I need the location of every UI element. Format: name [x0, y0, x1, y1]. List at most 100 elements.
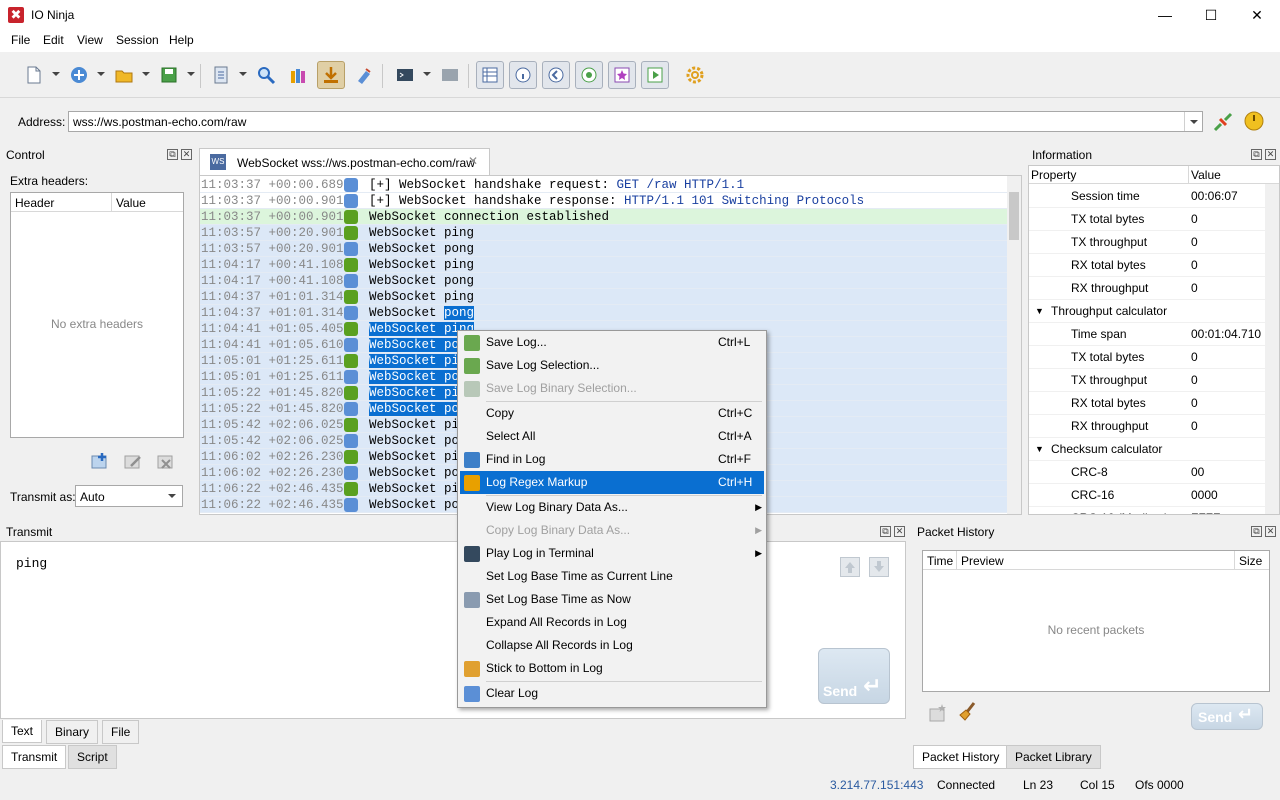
tab-packet-history[interactable]: Packet History: [913, 745, 1009, 769]
menu-item-find-in-log[interactable]: Find in Log Ctrl+F: [460, 448, 764, 471]
log-row[interactable]: 11:03:37 +00:00.901 [+] WebSocket handsha…: [200, 193, 1008, 209]
info-row[interactable]: CRC-16 0000: [1029, 484, 1265, 507]
clear-log-button[interactable]: [350, 61, 378, 89]
close-icon[interactable]: ✕: [894, 526, 905, 537]
menu-item-expand-all-records-in-log[interactable]: Expand All Records in Log: [460, 611, 764, 634]
menu-item-view-log-binary-data-as[interactable]: View Log Binary Data As... ▶: [460, 496, 764, 519]
close-window-button[interactable]: ✕: [1234, 0, 1280, 30]
address-dropdown-button[interactable]: [1184, 112, 1202, 131]
float-icon[interactable]: ⧉: [880, 526, 891, 537]
info-row[interactable]: RX total bytes 0: [1029, 254, 1265, 277]
packet-history-table[interactable]: Time Preview Size No recent packets: [922, 550, 1270, 692]
menu-item-copy[interactable]: Copy Ctrl+C: [460, 402, 764, 425]
menu-view[interactable]: View: [77, 33, 103, 47]
scrollbar-thumb[interactable]: [1009, 192, 1019, 240]
info-toggle[interactable]: [509, 61, 537, 89]
menu-item-play-log-in-terminal[interactable]: Play Log in Terminal ▶: [460, 542, 764, 565]
tab-transmit[interactable]: Transmit: [2, 745, 67, 769]
regex-markup-button[interactable]: [284, 61, 312, 89]
play-toggle[interactable]: [641, 61, 669, 89]
float-icon[interactable]: ⧉: [1251, 149, 1262, 160]
tab-websocket-session[interactable]: WS WebSocket wss://ws.postman-echo.com/r…: [199, 148, 490, 175]
close-tab-icon[interactable]: ✕: [468, 154, 478, 168]
menu-item-set-log-base-time-as-current-line[interactable]: Set Log Base Time as Current Line: [460, 565, 764, 588]
address-input[interactable]: wss://ws.postman-echo.com/raw: [68, 111, 1203, 132]
connect-button[interactable]: [65, 61, 93, 89]
back-toggle[interactable]: [542, 61, 570, 89]
settings-button[interactable]: [681, 61, 709, 89]
info-group-row[interactable]: ▼ Checksum calculator: [1029, 438, 1265, 461]
disconnect-button[interactable]: [1212, 111, 1234, 133]
menu-session[interactable]: Session: [116, 33, 159, 47]
transmit-editor[interactable]: [0, 541, 906, 719]
save-button[interactable]: [155, 61, 183, 89]
connection-state-button[interactable]: [1243, 110, 1265, 132]
tab-file[interactable]: File: [102, 720, 140, 744]
delete-header-button[interactable]: [156, 451, 176, 471]
transmit-as-select[interactable]: Auto: [75, 485, 183, 507]
menu-help[interactable]: Help: [169, 33, 194, 47]
info-row[interactable]: RX throughput 0: [1029, 415, 1265, 438]
menu-item-stick-to-bottom-in-log[interactable]: Stick to Bottom in Log: [460, 657, 764, 680]
info-row[interactable]: CRC-8 00: [1029, 461, 1265, 484]
script-toggle[interactable]: [575, 61, 603, 89]
log-view-toggle[interactable]: [476, 61, 504, 89]
log-row[interactable]: 11:04:37 +01:01.314 WebSocket pong: [200, 305, 1008, 321]
history-down-button[interactable]: [869, 557, 889, 577]
log-row[interactable]: 11:03:37 +00:00.689 [+] WebSocket handsha…: [200, 177, 1008, 193]
log-row[interactable]: 11:03:37 +00:00.901 WebSocket connection …: [200, 209, 1008, 225]
close-icon[interactable]: ✕: [1265, 526, 1276, 537]
expand-icon[interactable]: ▼: [1035, 300, 1044, 323]
info-row[interactable]: RX total bytes 0: [1029, 392, 1265, 415]
log-vertical-scrollbar[interactable]: [1007, 176, 1021, 514]
menu-item-select-all[interactable]: Select All Ctrl+A: [460, 425, 764, 448]
expand-icon[interactable]: ▼: [1035, 438, 1044, 461]
minimize-button[interactable]: —: [1142, 0, 1188, 30]
save-dropdown-icon[interactable]: [187, 72, 195, 76]
close-icon[interactable]: ✕: [1265, 149, 1276, 160]
menu-edit[interactable]: Edit: [43, 33, 64, 47]
menu-item-set-log-base-time-as-now[interactable]: Set Log Base Time as Now: [460, 588, 764, 611]
transmit-send-button[interactable]: Send ↵: [818, 648, 890, 704]
tab-script[interactable]: Script: [68, 745, 117, 769]
favorites-toggle[interactable]: [608, 61, 636, 89]
screen-button[interactable]: [436, 61, 464, 89]
info-row[interactable]: Session time 00:06:07: [1029, 185, 1265, 208]
float-icon[interactable]: ⧉: [1251, 526, 1262, 537]
menu-file[interactable]: File: [11, 33, 30, 47]
header-column[interactable]: Header: [11, 193, 112, 212]
info-row[interactable]: CRC-16 (Modbus) FFFF: [1029, 507, 1265, 514]
stick-to-bottom-button[interactable]: [317, 61, 345, 89]
info-row[interactable]: Time span 00:01:04.710: [1029, 323, 1265, 346]
menu-item-collapse-all-records-in-log[interactable]: Collapse All Records in Log: [460, 634, 764, 657]
log-file-dropdown-icon[interactable]: [239, 72, 247, 76]
info-vertical-scrollbar[interactable]: [1265, 184, 1279, 514]
new-session-dropdown-icon[interactable]: [52, 72, 60, 76]
extra-headers-table[interactable]: Header Value No extra headers: [10, 192, 184, 438]
log-row[interactable]: 11:03:57 +00:20.901 WebSocket ping: [200, 225, 1008, 241]
tab-packet-library[interactable]: Packet Library: [1006, 745, 1101, 769]
info-group-row[interactable]: ▼ Throughput calculator: [1029, 300, 1265, 323]
log-row[interactable]: 11:04:17 +00:41.108 WebSocket pong: [200, 273, 1008, 289]
new-session-button[interactable]: [20, 61, 48, 89]
property-column[interactable]: Property: [1029, 166, 1189, 184]
info-row[interactable]: TX total bytes 0: [1029, 346, 1265, 369]
preview-column[interactable]: Preview: [957, 551, 1235, 570]
edit-header-button[interactable]: [123, 451, 143, 471]
menu-item-log-regex-markup[interactable]: Log Regex Markup Ctrl+H: [460, 471, 764, 494]
value-column[interactable]: Value: [112, 193, 183, 212]
clear-history-button[interactable]: [956, 701, 978, 723]
add-to-library-button[interactable]: [928, 703, 948, 723]
info-row[interactable]: TX throughput 0: [1029, 369, 1265, 392]
packet-send-button[interactable]: Send ↵: [1191, 703, 1263, 730]
open-dropdown-icon[interactable]: [142, 72, 150, 76]
history-up-button[interactable]: [840, 557, 860, 577]
info-row[interactable]: TX throughput 0: [1029, 231, 1265, 254]
menu-item-clear-log[interactable]: Clear Log: [460, 682, 764, 705]
tab-binary[interactable]: Binary: [46, 720, 99, 744]
find-button[interactable]: [252, 61, 280, 89]
log-row[interactable]: 11:04:37 +01:01.314 WebSocket ping: [200, 289, 1008, 305]
connect-dropdown-icon[interactable]: [97, 72, 105, 76]
maximize-button[interactable]: ☐: [1188, 0, 1234, 30]
open-button[interactable]: [110, 61, 138, 89]
